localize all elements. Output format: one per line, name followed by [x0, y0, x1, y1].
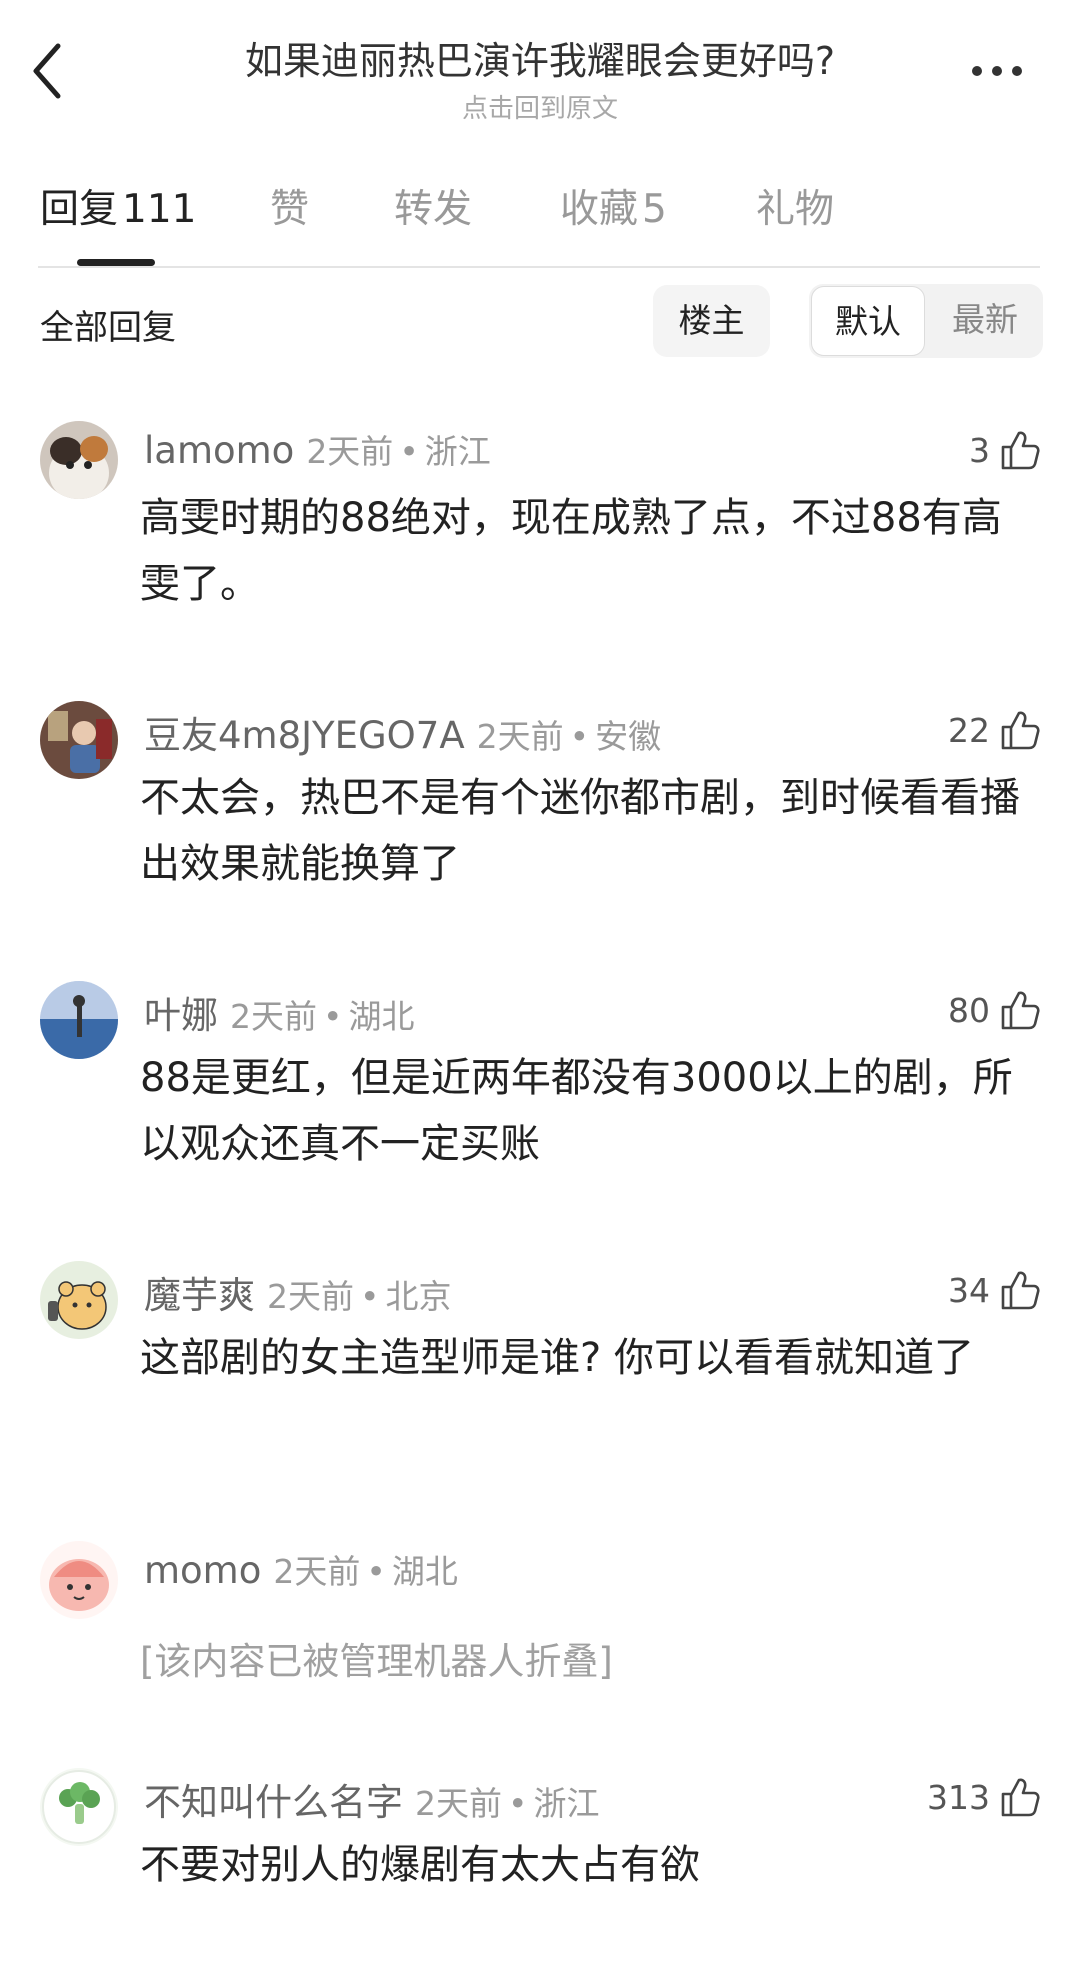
username[interactable]: 不知叫什么名字	[144, 1781, 403, 1824]
thumbs-up-icon	[1001, 1271, 1040, 1310]
location: 湖北	[348, 997, 415, 1036]
location: 安徽	[595, 717, 662, 756]
photo-avatar[interactable]	[40, 701, 118, 779]
like-button[interactable]: 3	[969, 425, 1040, 475]
like-button[interactable]: 22	[948, 705, 1040, 755]
username[interactable]: 魔芋爽	[144, 1274, 255, 1317]
pink-avatar[interactable]	[40, 1541, 118, 1619]
comment-meta: 魔芋爽 2天前 • 北京	[144, 1274, 452, 1317]
thumbs-up-icon	[1001, 711, 1040, 750]
thumbs-up-icon	[1001, 1778, 1040, 1817]
comment-meta: lamomo 2天前 • 浙江	[144, 429, 491, 472]
timestamp: 2天前	[230, 997, 317, 1036]
sort-newest-button[interactable]: 最新	[929, 284, 1041, 358]
all-replies-label: 全部回复	[40, 308, 176, 348]
more-options-button[interactable]	[962, 56, 1032, 86]
broccoli-avatar[interactable]	[40, 1768, 118, 1846]
like-count: 313	[927, 1777, 990, 1817]
like-count: 34	[948, 1270, 990, 1310]
comment-text: 不要对别人的爆剧有太大占有欲	[140, 1842, 700, 1888]
like-button[interactable]: 34	[948, 1265, 1040, 1315]
bear-avatar[interactable]	[40, 1261, 118, 1339]
thumbs-up-icon	[1001, 431, 1040, 470]
tab-likes[interactable]: 赞	[270, 178, 309, 234]
timestamp: 2天前	[306, 432, 394, 471]
sort-default-button[interactable]: 默认	[811, 286, 925, 356]
chevron-left-icon	[33, 43, 61, 99]
location: 浙江	[424, 432, 491, 471]
comment-meta: 不知叫什么名字 2天前 • 浙江	[144, 1781, 600, 1824]
owner-only-button[interactable]: 楼主	[653, 285, 770, 357]
tab-favorites[interactable]: 收藏 5	[560, 178, 667, 234]
timestamp: 2天前	[267, 1277, 354, 1316]
tab-gifts[interactable]: 礼物	[756, 178, 834, 234]
sort-toggle: 默认 最新	[809, 284, 1043, 358]
timestamp: 2天前	[476, 717, 564, 756]
sea-avatar[interactable]	[40, 981, 118, 1059]
tab-replies[interactable]: 回复 111	[40, 178, 196, 234]
more-icon	[972, 66, 982, 76]
back-to-post-link[interactable]: 点击回到原文	[150, 88, 930, 125]
post-title[interactable]: 如果迪丽热巴演许我耀眼会更好吗?	[150, 30, 930, 85]
divider	[38, 266, 1040, 268]
thumbs-up-icon	[1001, 991, 1040, 1030]
comment-text: 88是更红，但是近两年都没有3000以上的剧，所以观众还真不一定买账	[140, 1055, 1013, 1167]
like-count: 22	[948, 710, 990, 750]
comment-text: 这部剧的女主造型师是谁? 你可以看看就知道了	[140, 1335, 974, 1381]
back-button[interactable]	[28, 42, 78, 102]
like-count: 80	[948, 990, 990, 1030]
username[interactable]: 叶娜	[144, 994, 218, 1037]
comment-meta: momo 2天前 • 湖北	[144, 1549, 458, 1592]
tab-reposts[interactable]: 转发	[394, 178, 472, 234]
active-tab-indicator	[77, 259, 155, 266]
like-button[interactable]: 80	[948, 985, 1040, 1035]
comment-text: 不太会，热巴不是有个迷你都市剧，到时候看看播出效果就能换算了	[140, 775, 1020, 887]
like-button[interactable]: 313	[927, 1772, 1040, 1822]
location: 北京	[385, 1277, 452, 1316]
comment-text: 高雯时期的88绝对，现在成熟了点，不过88有高雯了。	[140, 495, 1002, 607]
username[interactable]: momo	[144, 1549, 261, 1592]
comment-meta: 豆友4m8JYEGO7A 2天前 • 安徽	[144, 714, 662, 757]
timestamp: 2天前	[273, 1552, 361, 1591]
cat-avatar[interactable]	[40, 421, 118, 499]
location: 浙江	[533, 1784, 600, 1823]
like-count: 3	[969, 430, 990, 470]
location: 湖北	[391, 1552, 458, 1591]
username[interactable]: lamomo	[144, 429, 294, 472]
username[interactable]: 豆友4m8JYEGO7A	[144, 714, 465, 757]
tab-bar: 回复 111 赞 转发 收藏 5 礼物	[0, 178, 1080, 268]
folded-comment-notice[interactable]: [该内容已被管理机器人折叠]	[140, 1631, 613, 1685]
comment-meta: 叶娜 2天前 • 湖北	[144, 994, 415, 1037]
top-bar: 如果迪丽热巴演许我耀眼会更好吗? 点击回到原文	[0, 0, 1080, 130]
timestamp: 2天前	[415, 1784, 502, 1823]
